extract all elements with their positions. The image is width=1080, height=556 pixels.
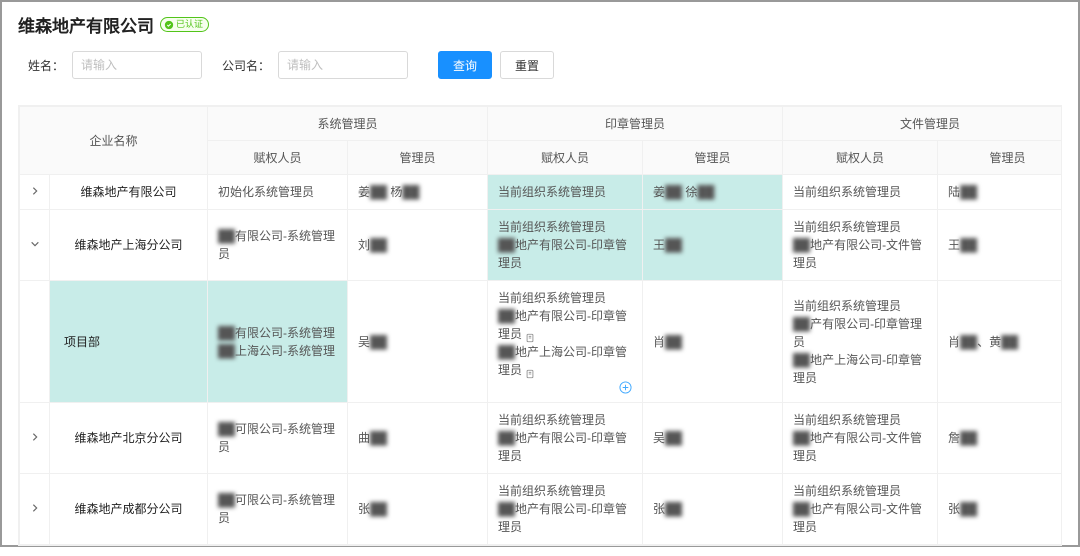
seal-admin-cell: 吴██ xyxy=(643,403,783,474)
seal-grantor-cell: 当前组织系统管理员██地产有限公司-印章管理员 xyxy=(488,474,643,545)
company-input[interactable] xyxy=(278,51,408,79)
verified-badge: 已认证 xyxy=(160,17,209,32)
file-grantor-cell: 当前组织系统管理员██地产有限公司-文件管理员 xyxy=(783,210,938,281)
table-row: 项目部██有限公司-系统管理██上海公司-系统管理吴██当前组织系统管理员██地… xyxy=(20,281,1063,403)
expand-toggle xyxy=(20,281,50,403)
header-seal-admin: 管理员 xyxy=(643,141,783,175)
header-file-grantor: 赋权人员 xyxy=(783,141,938,175)
sys-admin-cell: 张██ xyxy=(348,474,488,545)
name-input[interactable] xyxy=(72,51,202,79)
company-name: 维森地产成都分公司 xyxy=(50,474,208,545)
verified-badge-label: 已认证 xyxy=(176,18,203,31)
header-company: 企业名称 xyxy=(20,107,208,175)
chevron-right-icon xyxy=(30,500,40,510)
sys-grantor-cell: ██可限公司-系统管理员 xyxy=(208,474,348,545)
file-admin-cell: 肖██、黄██ xyxy=(938,281,1062,403)
seal-grantor-cell: 当前组织系统管理员██地产有限公司-印章管理员 xyxy=(488,403,643,474)
sys-admin-cell: 刘██ xyxy=(348,210,488,281)
chevron-right-icon xyxy=(30,429,40,439)
name-label: 姓名： xyxy=(18,57,64,74)
check-circle-icon xyxy=(164,20,174,30)
seal-admin-cell: 姜██ 徐██ xyxy=(643,175,783,210)
sys-grantor-cell: ██有限公司-系统管理员 xyxy=(208,210,348,281)
header-sys-admin: 管理员 xyxy=(348,141,488,175)
sys-grantor-cell: ██有限公司-系统管理██上海公司-系统管理 xyxy=(208,281,348,403)
reset-button[interactable]: 重置 xyxy=(500,51,554,79)
company-name: 维森地产上海分公司 xyxy=(50,210,208,281)
search-button[interactable]: 查询 xyxy=(438,51,492,79)
header-sys-group: 系统管理员 xyxy=(208,107,488,141)
seal-admin-cell: 张██ xyxy=(643,474,783,545)
page-title: 维森地产有限公司 xyxy=(18,12,154,37)
expand-toggle[interactable] xyxy=(20,403,50,474)
expand-toggle[interactable] xyxy=(20,210,50,281)
sys-admin-cell: 曲██ xyxy=(348,403,488,474)
expand-toggle[interactable] xyxy=(20,175,50,210)
file-grantor-cell: 当前组织系统管理员 xyxy=(783,175,938,210)
file-grantor-cell: 当前组织系统管理员██地产有限公司-文件管理员 xyxy=(783,403,938,474)
header-sys-grantor: 赋权人员 xyxy=(208,141,348,175)
file-admin-cell: 詹██ xyxy=(938,403,1062,474)
chevron-down-icon xyxy=(30,236,40,246)
seal-grantor-cell: 当前组织系统管理员 xyxy=(488,175,643,210)
page-icon xyxy=(525,330,535,340)
company-label: 公司名： xyxy=(210,57,270,74)
file-grantor-cell: 当前组织系统管理员██产有限公司-印章管理员██地产上海公司-印章管理员 xyxy=(783,281,938,403)
seal-admin-cell: 肖██ xyxy=(643,281,783,403)
seal-grantor-cell: 当前组织系统管理员██地产有限公司-印章管理员 xyxy=(488,210,643,281)
company-name: 维森地产北京分公司 xyxy=(50,403,208,474)
chevron-right-icon xyxy=(30,183,40,193)
sys-admin-cell: 吴██ xyxy=(348,281,488,403)
file-grantor-cell: 当前组织系统管理员██也产有限公司-文件管理员 xyxy=(783,474,938,545)
sys-grantor-cell: 初始化系统管理员 xyxy=(208,175,348,210)
header-file-admin: 管理员 xyxy=(938,141,1062,175)
table-row: 维森地产有限公司初始化系统管理员姜██ 杨██当前组织系统管理员姜██ 徐██当… xyxy=(20,175,1063,210)
file-admin-cell: 陆██ xyxy=(938,175,1062,210)
header-file-group: 文件管理员 xyxy=(783,107,1062,141)
file-admin-cell: 王██ xyxy=(938,210,1062,281)
table-row: 维森地产成都分公司██可限公司-系统管理员张██当前组织系统管理员██地产有限公… xyxy=(20,474,1063,545)
header-seal-group: 印章管理员 xyxy=(488,107,783,141)
expand-toggle[interactable] xyxy=(20,474,50,545)
file-admin-cell: 张██ xyxy=(938,474,1062,545)
sys-grantor-cell: ██可限公司-系统管理员 xyxy=(208,403,348,474)
seal-admin-cell: 王██ xyxy=(643,210,783,281)
page-icon xyxy=(525,366,535,376)
add-circle-icon[interactable] xyxy=(619,381,632,394)
company-name: 项目部 xyxy=(50,281,208,403)
seal-grantor-cell: 当前组织系统管理员██地产有限公司-印章管理员 ██地产上海公司-印章管理员 xyxy=(488,281,643,403)
table-row: 维森地产北京分公司██可限公司-系统管理员曲██当前组织系统管理员██地产有限公… xyxy=(20,403,1063,474)
company-name: 维森地产有限公司 xyxy=(50,175,208,210)
sys-admin-cell: 姜██ 杨██ xyxy=(348,175,488,210)
header-seal-grantor: 赋权人员 xyxy=(488,141,643,175)
table-row: 维森地产上海分公司██有限公司-系统管理员刘██当前组织系统管理员██地产有限公… xyxy=(20,210,1063,281)
admin-table: 企业名称 系统管理员 印章管理员 文件管理员 赋权人员 管理员 赋权人员 管理员… xyxy=(18,105,1062,546)
